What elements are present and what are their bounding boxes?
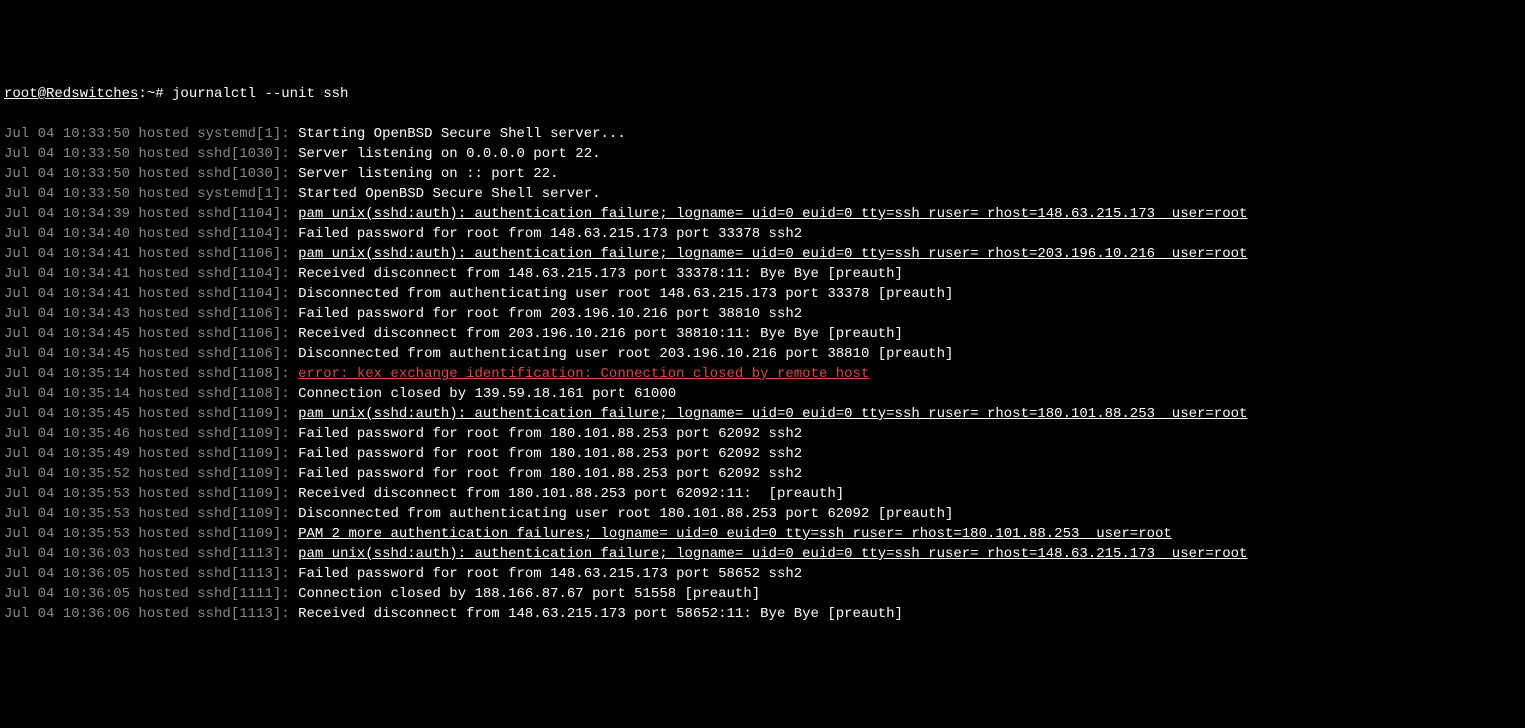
log-message: Received disconnect from 148.63.215.173 … <box>298 606 903 622</box>
log-line: Jul 04 10:35:52 hosted sshd[1109]: Faile… <box>4 464 1521 484</box>
log-line: Jul 04 10:35:46 hosted sshd[1109]: Faile… <box>4 424 1521 444</box>
log-timestamp: Jul 04 10:35:52 hosted sshd[1109]: <box>4 466 298 482</box>
log-line: Jul 04 10:35:53 hosted sshd[1109]: Disco… <box>4 504 1521 524</box>
log-timestamp: Jul 04 10:34:41 hosted sshd[1104]: <box>4 266 298 282</box>
log-timestamp: Jul 04 10:35:46 hosted sshd[1109]: <box>4 426 298 442</box>
log-timestamp: Jul 04 10:36:05 hosted sshd[1113]: <box>4 566 298 582</box>
log-timestamp: Jul 04 10:34:41 hosted sshd[1104]: <box>4 286 298 302</box>
log-output: Jul 04 10:33:50 hosted systemd[1]: Start… <box>4 124 1521 624</box>
log-message: Received disconnect from 180.101.88.253 … <box>298 486 844 502</box>
log-line: Jul 04 10:36:05 hosted sshd[1113]: Faile… <box>4 564 1521 584</box>
log-line: Jul 04 10:35:14 hosted sshd[1108]: error… <box>4 364 1521 384</box>
log-message: Failed password for root from 148.63.215… <box>298 226 802 242</box>
log-message: Server listening on 0.0.0.0 port 22. <box>298 146 600 162</box>
log-timestamp: Jul 04 10:35:53 hosted sshd[1109]: <box>4 486 298 502</box>
log-line: Jul 04 10:34:41 hosted sshd[1106]: pam_u… <box>4 244 1521 264</box>
log-line: Jul 04 10:35:49 hosted sshd[1109]: Faile… <box>4 444 1521 464</box>
log-line: Jul 04 10:36:05 hosted sshd[1111]: Conne… <box>4 584 1521 604</box>
prompt-separator: :~# <box>138 86 172 102</box>
log-line: Jul 04 10:33:50 hosted systemd[1]: Start… <box>4 184 1521 204</box>
log-line: Jul 04 10:36:03 hosted sshd[1113]: pam_u… <box>4 544 1521 564</box>
prompt-command: journalctl --unit ssh <box>172 86 348 102</box>
log-timestamp: Jul 04 10:33:50 hosted systemd[1]: <box>4 126 298 142</box>
log-timestamp: Jul 04 10:34:40 hosted sshd[1104]: <box>4 226 298 242</box>
log-line: Jul 04 10:33:50 hosted sshd[1030]: Serve… <box>4 164 1521 184</box>
log-message: Failed password for root from 180.101.88… <box>298 466 802 482</box>
log-timestamp: Jul 04 10:33:50 hosted sshd[1030]: <box>4 166 298 182</box>
log-timestamp: Jul 04 10:35:49 hosted sshd[1109]: <box>4 446 298 462</box>
log-line: Jul 04 10:35:53 hosted sshd[1109]: PAM 2… <box>4 524 1521 544</box>
log-message: Failed password for root from 203.196.10… <box>298 306 802 322</box>
log-message: pam_unix(sshd:auth): authentication fail… <box>298 206 1247 222</box>
log-line: Jul 04 10:34:41 hosted sshd[1104]: Disco… <box>4 284 1521 304</box>
log-message: pam_unix(sshd:auth): authentication fail… <box>298 246 1247 262</box>
log-timestamp: Jul 04 10:35:14 hosted sshd[1108]: <box>4 366 298 382</box>
log-timestamp: Jul 04 10:34:45 hosted sshd[1106]: <box>4 346 298 362</box>
shell-prompt[interactable]: root@Redswitches:~# journalctl --unit ss… <box>4 84 1521 104</box>
log-message: pam_unix(sshd:auth): authentication fail… <box>298 406 1247 422</box>
log-line: Jul 04 10:35:45 hosted sshd[1109]: pam_u… <box>4 404 1521 424</box>
log-line: Jul 04 10:35:53 hosted sshd[1109]: Recei… <box>4 484 1521 504</box>
log-message: Disconnected from authenticating user ro… <box>298 346 953 362</box>
log-line: Jul 04 10:34:43 hosted sshd[1106]: Faile… <box>4 304 1521 324</box>
log-line: Jul 04 10:34:39 hosted sshd[1104]: pam_u… <box>4 204 1521 224</box>
log-timestamp: Jul 04 10:36:05 hosted sshd[1111]: <box>4 586 298 602</box>
log-timestamp: Jul 04 10:36:06 hosted sshd[1113]: <box>4 606 298 622</box>
log-line: Jul 04 10:36:06 hosted sshd[1113]: Recei… <box>4 604 1521 624</box>
log-timestamp: Jul 04 10:34:39 hosted sshd[1104]: <box>4 206 298 222</box>
log-message: Received disconnect from 148.63.215.173 … <box>298 266 903 282</box>
log-message: PAM 2 more authentication failures; logn… <box>298 526 1172 542</box>
log-line: Jul 04 10:34:45 hosted sshd[1106]: Recei… <box>4 324 1521 344</box>
log-message: Connection closed by 188.166.87.67 port … <box>298 586 760 602</box>
log-line: Jul 04 10:34:45 hosted sshd[1106]: Disco… <box>4 344 1521 364</box>
prompt-user-host: root@Redswitches <box>4 86 138 102</box>
log-message: Received disconnect from 203.196.10.216 … <box>298 326 903 342</box>
log-message: Failed password for root from 180.101.88… <box>298 446 802 462</box>
log-message: Disconnected from authenticating user ro… <box>298 506 953 522</box>
log-line: Jul 04 10:34:40 hosted sshd[1104]: Faile… <box>4 224 1521 244</box>
log-message: Starting OpenBSD Secure Shell server... <box>298 126 626 142</box>
log-message: Failed password for root from 180.101.88… <box>298 426 802 442</box>
log-line: Jul 04 10:35:14 hosted sshd[1108]: Conne… <box>4 384 1521 404</box>
log-message: Started OpenBSD Secure Shell server. <box>298 186 600 202</box>
log-timestamp: Jul 04 10:34:41 hosted sshd[1106]: <box>4 246 298 262</box>
log-timestamp: Jul 04 10:33:50 hosted systemd[1]: <box>4 186 298 202</box>
log-line: Jul 04 10:33:50 hosted sshd[1030]: Serve… <box>4 144 1521 164</box>
log-message: Disconnected from authenticating user ro… <box>298 286 953 302</box>
log-message: pam_unix(sshd:auth): authentication fail… <box>298 546 1247 562</box>
log-timestamp: Jul 04 10:35:53 hosted sshd[1109]: <box>4 506 298 522</box>
log-line: Jul 04 10:33:50 hosted systemd[1]: Start… <box>4 124 1521 144</box>
log-timestamp: Jul 04 10:35:14 hosted sshd[1108]: <box>4 386 298 402</box>
log-message: error: kex_exchange_identification: Conn… <box>298 366 869 382</box>
log-message: Connection closed by 139.59.18.161 port … <box>298 386 676 402</box>
log-timestamp: Jul 04 10:33:50 hosted sshd[1030]: <box>4 146 298 162</box>
log-line: Jul 04 10:34:41 hosted sshd[1104]: Recei… <box>4 264 1521 284</box>
log-timestamp: Jul 04 10:35:45 hosted sshd[1109]: <box>4 406 298 422</box>
log-timestamp: Jul 04 10:34:45 hosted sshd[1106]: <box>4 326 298 342</box>
log-message: Server listening on :: port 22. <box>298 166 558 182</box>
log-timestamp: Jul 04 10:35:53 hosted sshd[1109]: <box>4 526 298 542</box>
log-message: Failed password for root from 148.63.215… <box>298 566 802 582</box>
log-timestamp: Jul 04 10:36:03 hosted sshd[1113]: <box>4 546 298 562</box>
log-timestamp: Jul 04 10:34:43 hosted sshd[1106]: <box>4 306 298 322</box>
